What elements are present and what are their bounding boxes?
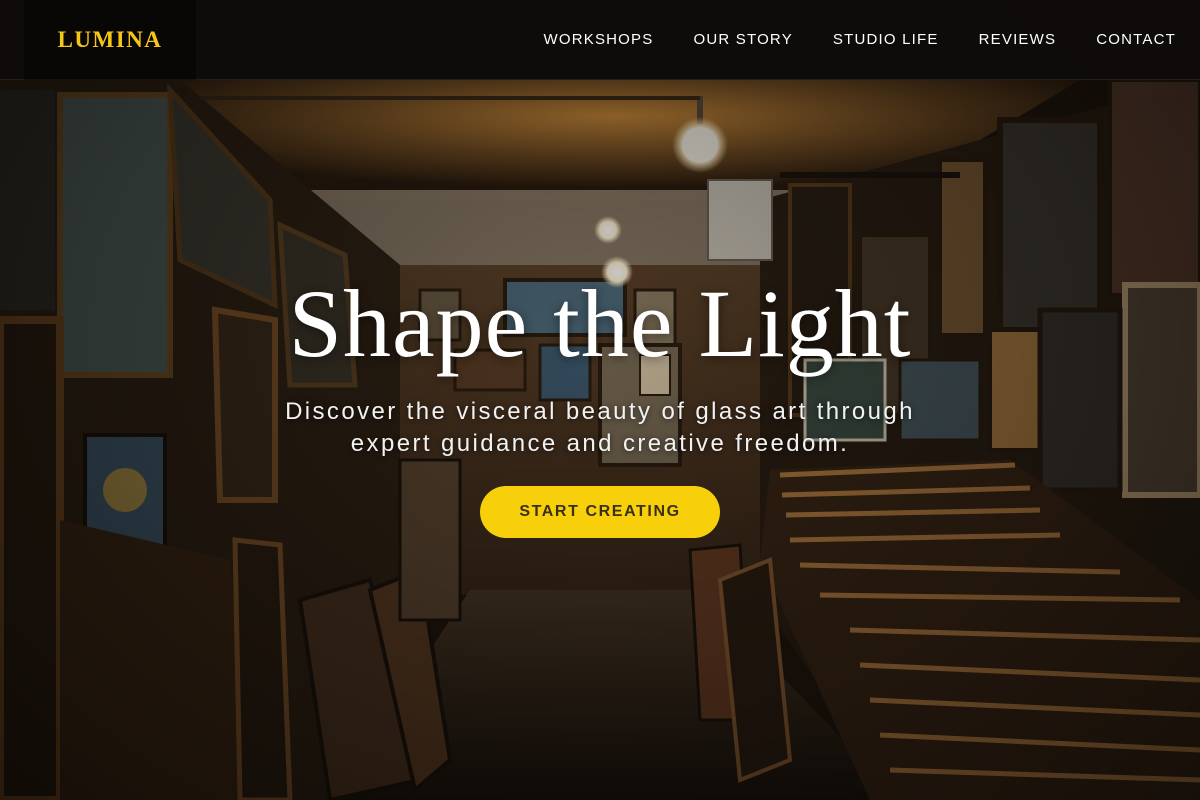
hero-title: Shape the Light <box>288 270 912 377</box>
nav-item-workshops: WORKSHOPS <box>523 0 673 80</box>
nav-item-contact: CONTACT <box>1076 0 1200 80</box>
nav-link-contact[interactable]: CONTACT <box>1076 0 1200 80</box>
nav-item-reviews: REVIEWS <box>959 0 1077 80</box>
nav-link-reviews[interactable]: REVIEWS <box>959 0 1077 80</box>
start-creating-button[interactable]: START CREATING <box>480 486 720 538</box>
nav-item-studio-life: STUDIO LIFE <box>813 0 959 80</box>
nav-link-workshops[interactable]: WORKSHOPS <box>523 0 673 80</box>
nav-item-our-story: OUR STORY <box>673 0 812 80</box>
site-header: LUMINA WORKSHOPS OUR STORY STUDIO LIFE R… <box>0 0 1200 80</box>
brand-logo[interactable]: LUMINA <box>24 0 196 80</box>
nav-link-our-story[interactable]: OUR STORY <box>673 0 812 80</box>
main-nav: WORKSHOPS OUR STORY STUDIO LIFE REVIEWS … <box>523 0 1200 80</box>
hero-section: Shape the Light Discover the visceral be… <box>0 80 1200 800</box>
nav-link-studio-life[interactable]: STUDIO LIFE <box>813 0 959 80</box>
hero-subtitle: Discover the visceral beauty of glass ar… <box>285 398 915 457</box>
